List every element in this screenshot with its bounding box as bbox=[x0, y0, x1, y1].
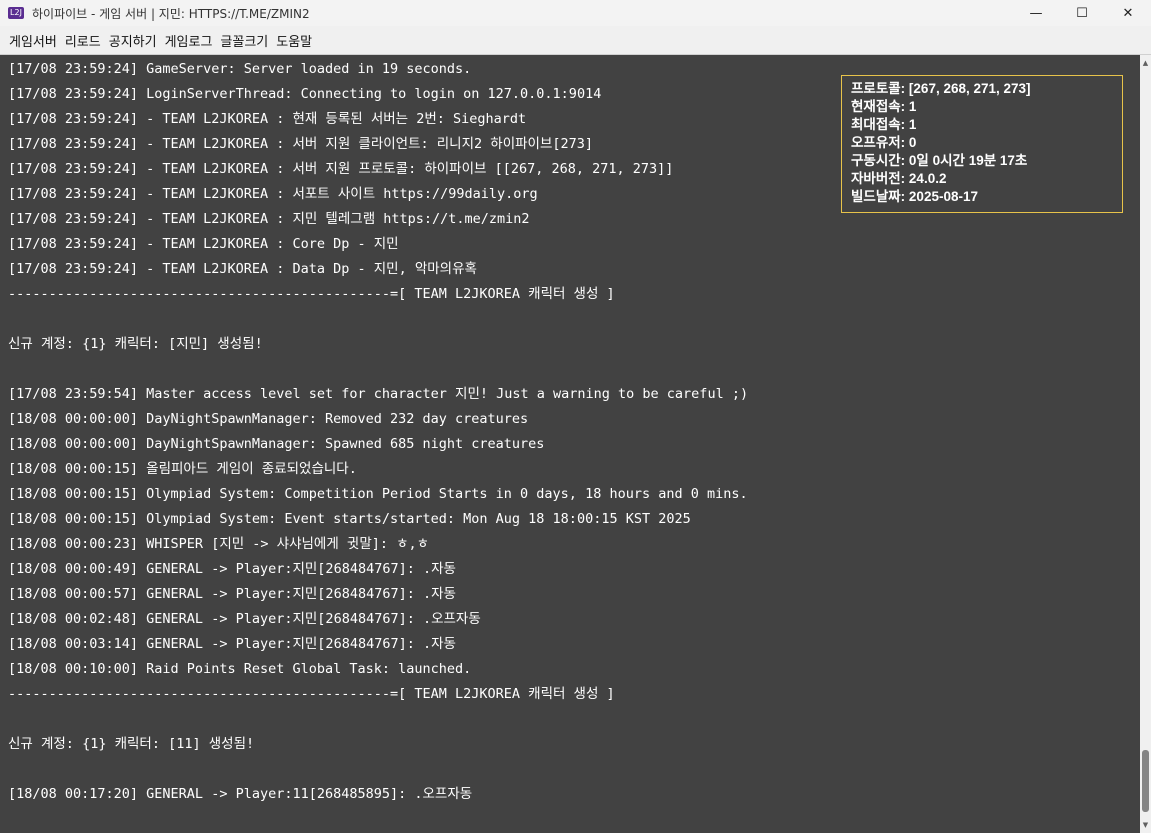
log-line: [18/08 00:10:00] Raid Points Reset Globa… bbox=[8, 661, 472, 677]
log-line: [18/08 00:00:15] Olympiad System: Compet… bbox=[8, 486, 748, 502]
close-button[interactable]: ✕ bbox=[1105, 0, 1151, 26]
log-line: 신규 계정: {1} 캐릭터: [지민] 생성됨! bbox=[8, 336, 263, 352]
maximize-button[interactable]: ☐ bbox=[1059, 0, 1105, 26]
log-line: [17/08 23:59:24] - TEAM L2JKOREA : 지민 텔레… bbox=[8, 211, 530, 227]
log-line bbox=[8, 307, 748, 332]
log-list: [17/08 23:59:24] GameServer: Server load… bbox=[8, 57, 748, 807]
log-line: [18/08 00:02:48] GENERAL -> Player:지민[26… bbox=[8, 611, 481, 627]
log-line: [17/08 23:59:24] LoginServerThread: Conn… bbox=[8, 86, 602, 102]
menu-announce[interactable]: 공지하기 bbox=[105, 31, 161, 50]
log-line: [17/08 23:59:24] GameServer: Server load… bbox=[8, 61, 472, 77]
app-icon: L2J bbox=[8, 7, 24, 19]
menu-game-log[interactable]: 게임로그 bbox=[161, 31, 217, 50]
log-line: [18/08 00:17:20] GENERAL -> Player:11[26… bbox=[8, 786, 473, 802]
scroll-thumb[interactable] bbox=[1142, 750, 1149, 812]
log-line bbox=[8, 757, 748, 782]
log-line: [18/08 00:00:15] 올림피아드 게임이 종료되었습니다. bbox=[8, 461, 357, 477]
max-connections-label: 최대접속: 1 bbox=[851, 117, 917, 132]
java-version-label: 자바버전: 24.0.2 bbox=[851, 171, 947, 186]
log-line bbox=[8, 707, 748, 732]
scroll-up-icon[interactable]: ▲ bbox=[1140, 56, 1151, 70]
vertical-scrollbar[interactable]: ▲ ▼ bbox=[1140, 55, 1151, 833]
log-line: [17/08 23:59:24] - TEAM L2JKOREA : 현재 등록… bbox=[8, 111, 527, 127]
server-status-panel: 프로토콜: [267, 268, 271, 273] 현재접속: 1 최대접속:… bbox=[841, 75, 1123, 213]
offline-users-label: 오프유저: 0 bbox=[851, 135, 917, 150]
minimize-button[interactable]: — bbox=[1013, 0, 1059, 26]
log-line: [17/08 23:59:24] - TEAM L2JKOREA : 서버 지원… bbox=[8, 161, 674, 177]
log-line bbox=[8, 357, 748, 382]
menu-bar: 게임서버 리로드 공지하기 게임로그 글꼴크기 도움말 bbox=[0, 26, 1151, 55]
menu-font-size[interactable]: 글꼴크기 bbox=[216, 31, 272, 50]
log-line: [17/08 23:59:54] Master access level set… bbox=[8, 386, 749, 402]
log-line: [18/08 00:00:57] GENERAL -> Player:지민[26… bbox=[8, 586, 456, 602]
log-line: ----------------------------------------… bbox=[8, 286, 615, 302]
log-line: ----------------------------------------… bbox=[8, 686, 615, 702]
log-line: [18/08 00:03:14] GENERAL -> Player:지민[26… bbox=[8, 636, 456, 652]
window-title: 하이파이브 - 게임 서버 | 지민: HTTPS://T.ME/ZMIN2 bbox=[32, 6, 310, 21]
menu-help[interactable]: 도움말 bbox=[272, 31, 316, 50]
menu-game-server[interactable]: 게임서버 bbox=[5, 31, 61, 50]
uptime-label: 구동시간: 0일 0시간 19분 17초 bbox=[851, 153, 1028, 168]
log-line: [17/08 23:59:24] - TEAM L2JKOREA : 서버 지원… bbox=[8, 136, 594, 152]
build-date-label: 빌드날짜: 2025-08-17 bbox=[851, 189, 978, 204]
log-line: [17/08 23:59:24] - TEAM L2JKOREA : Core … bbox=[8, 236, 399, 252]
log-line: [17/08 23:59:24] - TEAM L2JKOREA : 서포트 사… bbox=[8, 186, 538, 202]
menu-reload[interactable]: 리로드 bbox=[61, 31, 105, 50]
log-line: 신규 계정: {1} 캐릭터: [11] 생성됨! bbox=[8, 736, 255, 752]
scroll-down-icon[interactable]: ▼ bbox=[1140, 818, 1151, 832]
log-line: [18/08 00:00:00] DayNightSpawnManager: R… bbox=[8, 411, 529, 427]
log-line: [18/08 00:00:00] DayNightSpawnManager: S… bbox=[8, 436, 545, 452]
window-controls: — ☐ ✕ bbox=[1013, 0, 1151, 26]
protocol-label: 프로토콜: [267, 268, 271, 273] bbox=[851, 81, 1031, 96]
log-line: [18/08 00:00:23] WHISPER [지민 -> 샤샤님에게 귓말… bbox=[8, 536, 430, 552]
log-line: [17/08 23:59:24] - TEAM L2JKOREA : Data … bbox=[8, 261, 477, 277]
current-connections-label: 현재접속: 1 bbox=[851, 99, 917, 114]
log-line: [18/08 00:00:49] GENERAL -> Player:지민[26… bbox=[8, 561, 456, 577]
title-bar: L2J 하이파이브 - 게임 서버 | 지민: HTTPS://T.ME/ZMI… bbox=[0, 0, 1151, 26]
log-line: [18/08 00:00:15] Olympiad System: Event … bbox=[8, 511, 691, 527]
